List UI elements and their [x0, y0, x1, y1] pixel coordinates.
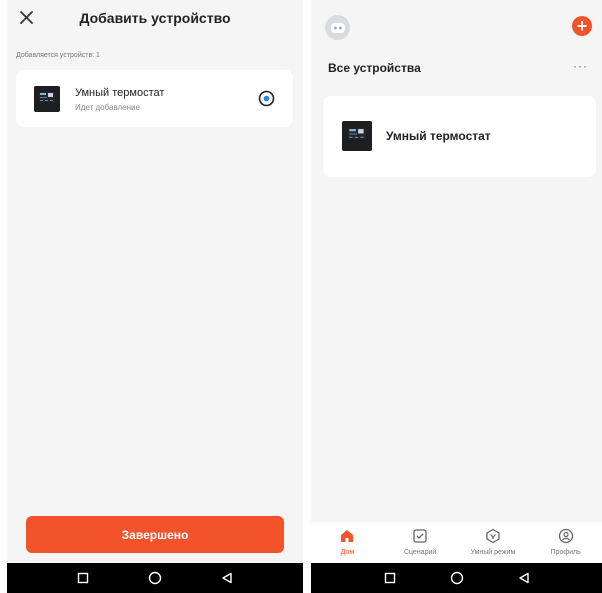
tab-profile[interactable]: Профиль — [529, 522, 602, 563]
tab-home[interactable]: Дом — [311, 522, 384, 563]
add-device-button[interactable]: + — [572, 16, 592, 36]
smart-mode-icon — [486, 528, 500, 544]
device-name: Умный термостат — [386, 129, 491, 143]
thermostat-image — [342, 121, 372, 151]
section-title: Все устройства — [328, 61, 421, 75]
more-options-icon[interactable]: ··· — [573, 59, 588, 73]
device-status: Идет добавление — [75, 103, 140, 112]
thermostat-image — [34, 86, 60, 112]
tab-label: Профиль — [550, 549, 581, 556]
profile-icon — [558, 528, 573, 544]
tab-label: Умный режим — [470, 549, 516, 556]
back-icon[interactable] — [514, 568, 534, 588]
loading-spinner-icon — [258, 90, 275, 107]
avatar[interactable] — [325, 15, 350, 40]
recent-apps-icon[interactable] — [73, 568, 93, 588]
tab-smart-mode[interactable]: Умный режим — [457, 522, 530, 563]
done-button[interactable]: Завершено — [26, 516, 284, 553]
tab-label: Дом — [340, 549, 355, 556]
system-nav-bar — [7, 563, 303, 593]
add-device-screen: Добавить устройство Добавляется устройст… — [7, 0, 303, 593]
device-card[interactable]: Умный термостат Идет добавление — [16, 70, 293, 127]
device-name: Умный термостат — [75, 87, 165, 99]
scenario-icon — [413, 529, 427, 543]
device-card[interactable]: Умный термостат — [323, 96, 596, 177]
home-icon — [341, 530, 354, 542]
back-icon[interactable] — [217, 568, 237, 588]
bottom-tab-bar: Дом Сценарий Умный режим Профиль — [311, 522, 602, 563]
tab-label: Сценарий — [403, 549, 437, 556]
recent-apps-icon[interactable] — [380, 568, 400, 588]
page-title: Добавить устройство — [79, 10, 231, 26]
home-screen: + Все устройства ··· Умный термостат Дом… — [311, 0, 602, 593]
home-button-icon[interactable] — [447, 568, 467, 588]
home-button-icon[interactable] — [145, 568, 165, 588]
adding-count-label: Добавляется устройств: 1 — [16, 52, 100, 59]
tab-scenario[interactable]: Сценарий — [384, 522, 457, 563]
system-nav-bar — [311, 563, 602, 593]
